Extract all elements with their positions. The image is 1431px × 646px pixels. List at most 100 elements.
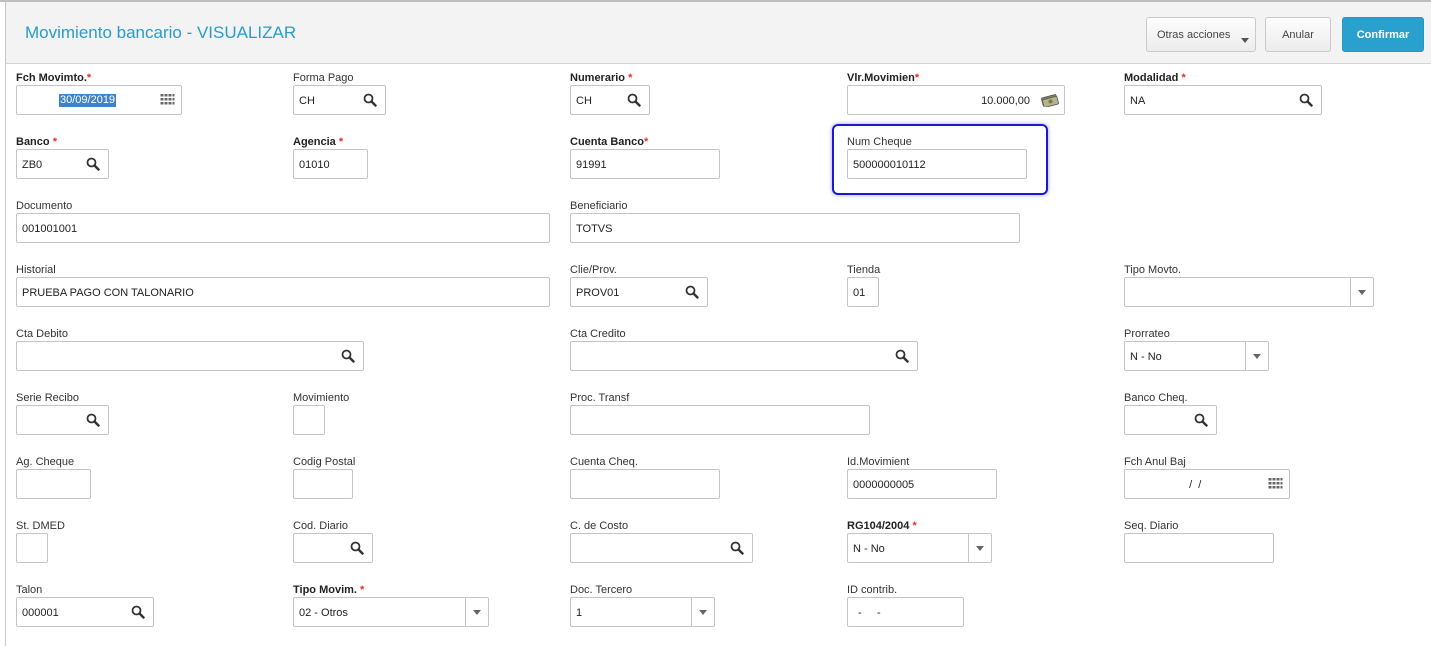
rg104-select[interactable]: N - No [847, 533, 992, 563]
fch-movimto-field[interactable]: 30/09/2019 [16, 85, 182, 115]
cuenta-cheq-field[interactable] [570, 469, 720, 499]
search-icon[interactable] [350, 541, 364, 555]
chevron-down-icon[interactable] [473, 610, 481, 615]
agencia-label: Agencia * [293, 136, 344, 148]
tipo-movim-select[interactable]: 02 - Otros [293, 597, 489, 627]
documento-field[interactable]: 001001001 [16, 213, 550, 243]
chevron-down-icon[interactable] [699, 610, 707, 615]
banco-field[interactable]: ZB0 [16, 149, 109, 179]
clie-prov-field[interactable]: PROV01 [570, 277, 708, 307]
search-icon[interactable] [895, 349, 909, 363]
cta-credito-label: Cta Credito [570, 328, 626, 340]
banco-value: ZB0 [22, 159, 43, 171]
search-icon[interactable] [341, 349, 355, 363]
seq-diario-field[interactable] [1124, 533, 1274, 563]
doc-tercero-select[interactable]: 1 [570, 597, 715, 627]
clie-prov-value: PROV01 [576, 287, 620, 299]
ag-cheque-field[interactable] [16, 469, 91, 499]
search-icon[interactable] [363, 93, 377, 107]
cta-credito-field[interactable] [570, 341, 918, 371]
select-divider [691, 598, 692, 626]
search-icon[interactable] [1299, 93, 1313, 107]
doc-tercero-label: Doc. Tercero [570, 584, 633, 596]
serie-recibo-label: Serie Recibo [16, 392, 79, 404]
vlr-movimien-field[interactable]: 10.000,00 [847, 85, 1065, 115]
banco-label: Banco * [16, 136, 57, 148]
tienda-label: Tienda [847, 264, 881, 276]
rg104-value: N - No [853, 543, 885, 555]
form-left-border [5, 64, 6, 646]
proc-transf-field[interactable] [570, 405, 870, 435]
fch-anul-baj-label: Fch Anul Baj [1124, 456, 1186, 468]
prorrateo-value: N - No [1130, 351, 1162, 363]
talon-field[interactable]: 000001 [16, 597, 154, 627]
anular-button[interactable]: Anular [1265, 17, 1331, 52]
confirmar-button[interactable]: Confirmar [1342, 17, 1424, 52]
otras-acciones-button[interactable]: Otras acciones [1146, 17, 1256, 52]
historial-value: PRUEBA PAGO CON TALONARIO [22, 287, 194, 299]
tipo-movim-value: 02 - Otros [299, 607, 348, 619]
fch-movimto-value: 30/09/2019 [59, 94, 117, 107]
select-divider [1245, 342, 1246, 370]
id-movimient-field[interactable]: 0000000005 [847, 469, 997, 499]
calendar-icon[interactable] [1268, 477, 1283, 491]
agencia-value: 01010 [299, 159, 330, 171]
tienda-field[interactable]: 01 [847, 277, 879, 307]
modalidad-field[interactable]: NA [1124, 85, 1322, 115]
calendar-icon[interactable] [160, 93, 175, 107]
beneficiario-value: TOTVS [576, 223, 613, 235]
search-icon[interactable] [627, 93, 641, 107]
chevron-down-icon[interactable] [1253, 354, 1261, 359]
modalidad-label: Modalidad * [1124, 72, 1186, 84]
talon-value: 000001 [22, 607, 59, 619]
codig-postal-label: Codig Postal [293, 456, 356, 468]
cod-diario-field[interactable] [293, 533, 373, 563]
cod-diario-label: Cod. Diario [293, 520, 349, 532]
search-icon[interactable] [685, 285, 699, 299]
search-icon[interactable] [1194, 413, 1208, 427]
codig-postal-field[interactable] [293, 469, 353, 499]
search-icon[interactable] [86, 157, 100, 171]
talon-label: Talon [16, 584, 43, 596]
c-de-costo-label: C. de Costo [570, 520, 629, 532]
serie-recibo-field[interactable] [16, 405, 109, 435]
prorrateo-select[interactable]: N - No [1124, 341, 1269, 371]
id-contrib-value: - - [858, 607, 881, 619]
search-icon[interactable] [131, 605, 145, 619]
fch-movimto-label: Fch Movimto.* [16, 72, 92, 84]
historial-label: Historial [16, 264, 56, 276]
tipo-movim-label: Tipo Movim. * [293, 584, 365, 596]
id-movimient-label: Id.Movimient [847, 456, 910, 468]
cuenta-banco-value: 91991 [576, 159, 607, 171]
money-icon[interactable] [1041, 93, 1059, 107]
proc-transf-label: Proc. Transf [570, 392, 630, 404]
agencia-field[interactable]: 01010 [293, 149, 368, 179]
cta-debito-field[interactable] [16, 341, 364, 371]
forma-pago-field[interactable]: CH [293, 85, 386, 115]
numerario-label: Numerario * [570, 72, 633, 84]
search-icon[interactable] [730, 541, 744, 555]
st-dmed-field[interactable] [16, 533, 48, 563]
tipo-movto-label: Tipo Movto. [1124, 264, 1182, 276]
ag-cheque-label: Ag. Cheque [16, 456, 75, 468]
movimiento-field[interactable] [293, 405, 325, 435]
fch-anul-baj-field[interactable]: / / [1124, 469, 1290, 499]
id-contrib-field[interactable]: - - [847, 597, 964, 627]
otras-acciones-label: Otras acciones [1157, 28, 1231, 41]
caret-down-icon [1241, 38, 1249, 43]
chevron-down-icon[interactable] [1358, 290, 1366, 295]
cta-debito-label: Cta Debito [16, 328, 68, 340]
select-divider [1350, 278, 1351, 306]
vlr-movimien-label: Vlr.Movimien* [847, 72, 920, 84]
chevron-down-icon[interactable] [976, 546, 984, 551]
banco-cheq-field[interactable] [1124, 405, 1217, 435]
vlr-movimien-value: 10.000,00 [981, 95, 1030, 107]
beneficiario-field[interactable]: TOTVS [570, 213, 1020, 243]
numerario-field[interactable]: CH [570, 85, 650, 115]
historial-field[interactable]: PRUEBA PAGO CON TALONARIO [16, 277, 550, 307]
page-title: Movimiento bancario - VISUALIZAR [25, 23, 297, 42]
search-icon[interactable] [86, 413, 100, 427]
c-de-costo-field[interactable] [570, 533, 753, 563]
cuenta-banco-field[interactable]: 91991 [570, 149, 720, 179]
tipo-movto-select[interactable] [1124, 277, 1374, 307]
